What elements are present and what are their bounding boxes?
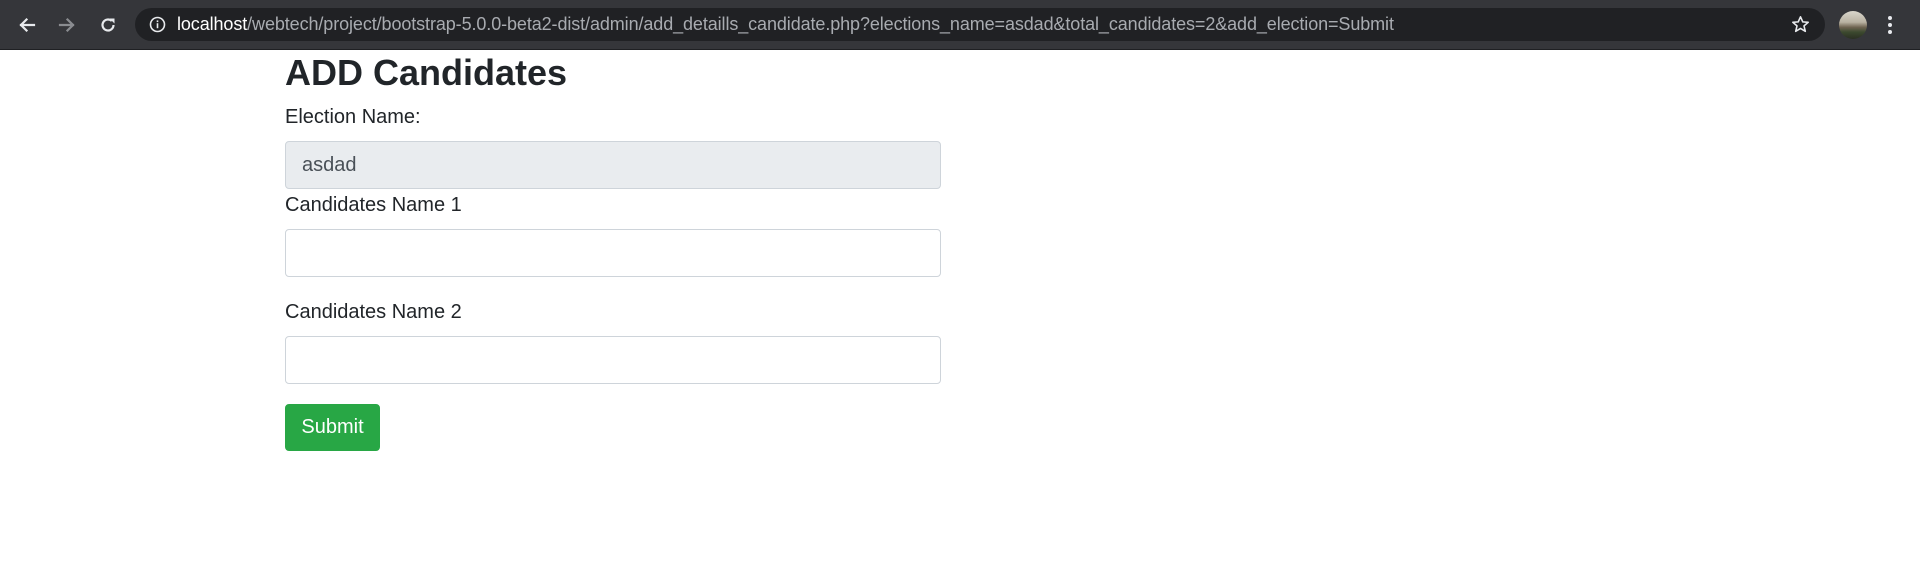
reload-button[interactable]	[95, 12, 121, 38]
avatar[interactable]	[1839, 11, 1867, 39]
url-host: localhost	[177, 14, 248, 34]
reload-icon	[101, 18, 115, 32]
url-text[interactable]: localhost/webtech/project/bootstrap-5.0.…	[177, 8, 1394, 41]
back-button[interactable]	[14, 12, 40, 38]
arrow-left-icon	[19, 17, 36, 33]
arrow-right-icon	[58, 17, 75, 33]
candidate-2-label: Candidates Name 2	[285, 301, 462, 323]
candidate-2-name-input[interactable]	[285, 336, 941, 384]
address-bar[interactable]: localhost/webtech/project/bootstrap-5.0.…	[135, 8, 1825, 41]
candidate-1-label: Candidates Name 1	[285, 194, 462, 216]
kebab-menu-icon[interactable]	[1886, 13, 1894, 37]
candidate-1-name-input[interactable]	[285, 229, 941, 277]
page-title: ADD Candidates	[285, 52, 568, 93]
browser-toolbar: localhost/webtech/project/bootstrap-5.0.…	[0, 0, 1920, 50]
forward-button[interactable]	[54, 12, 80, 38]
submit-button[interactable]: Submit	[285, 404, 380, 451]
star-icon[interactable]	[1790, 14, 1811, 35]
election-name-label: Election Name:	[285, 106, 421, 128]
url-path: /webtech/project/bootstrap-5.0.0-beta2-d…	[247, 14, 1394, 34]
info-icon[interactable]	[149, 16, 166, 33]
election-name-field[interactable]	[285, 141, 941, 189]
